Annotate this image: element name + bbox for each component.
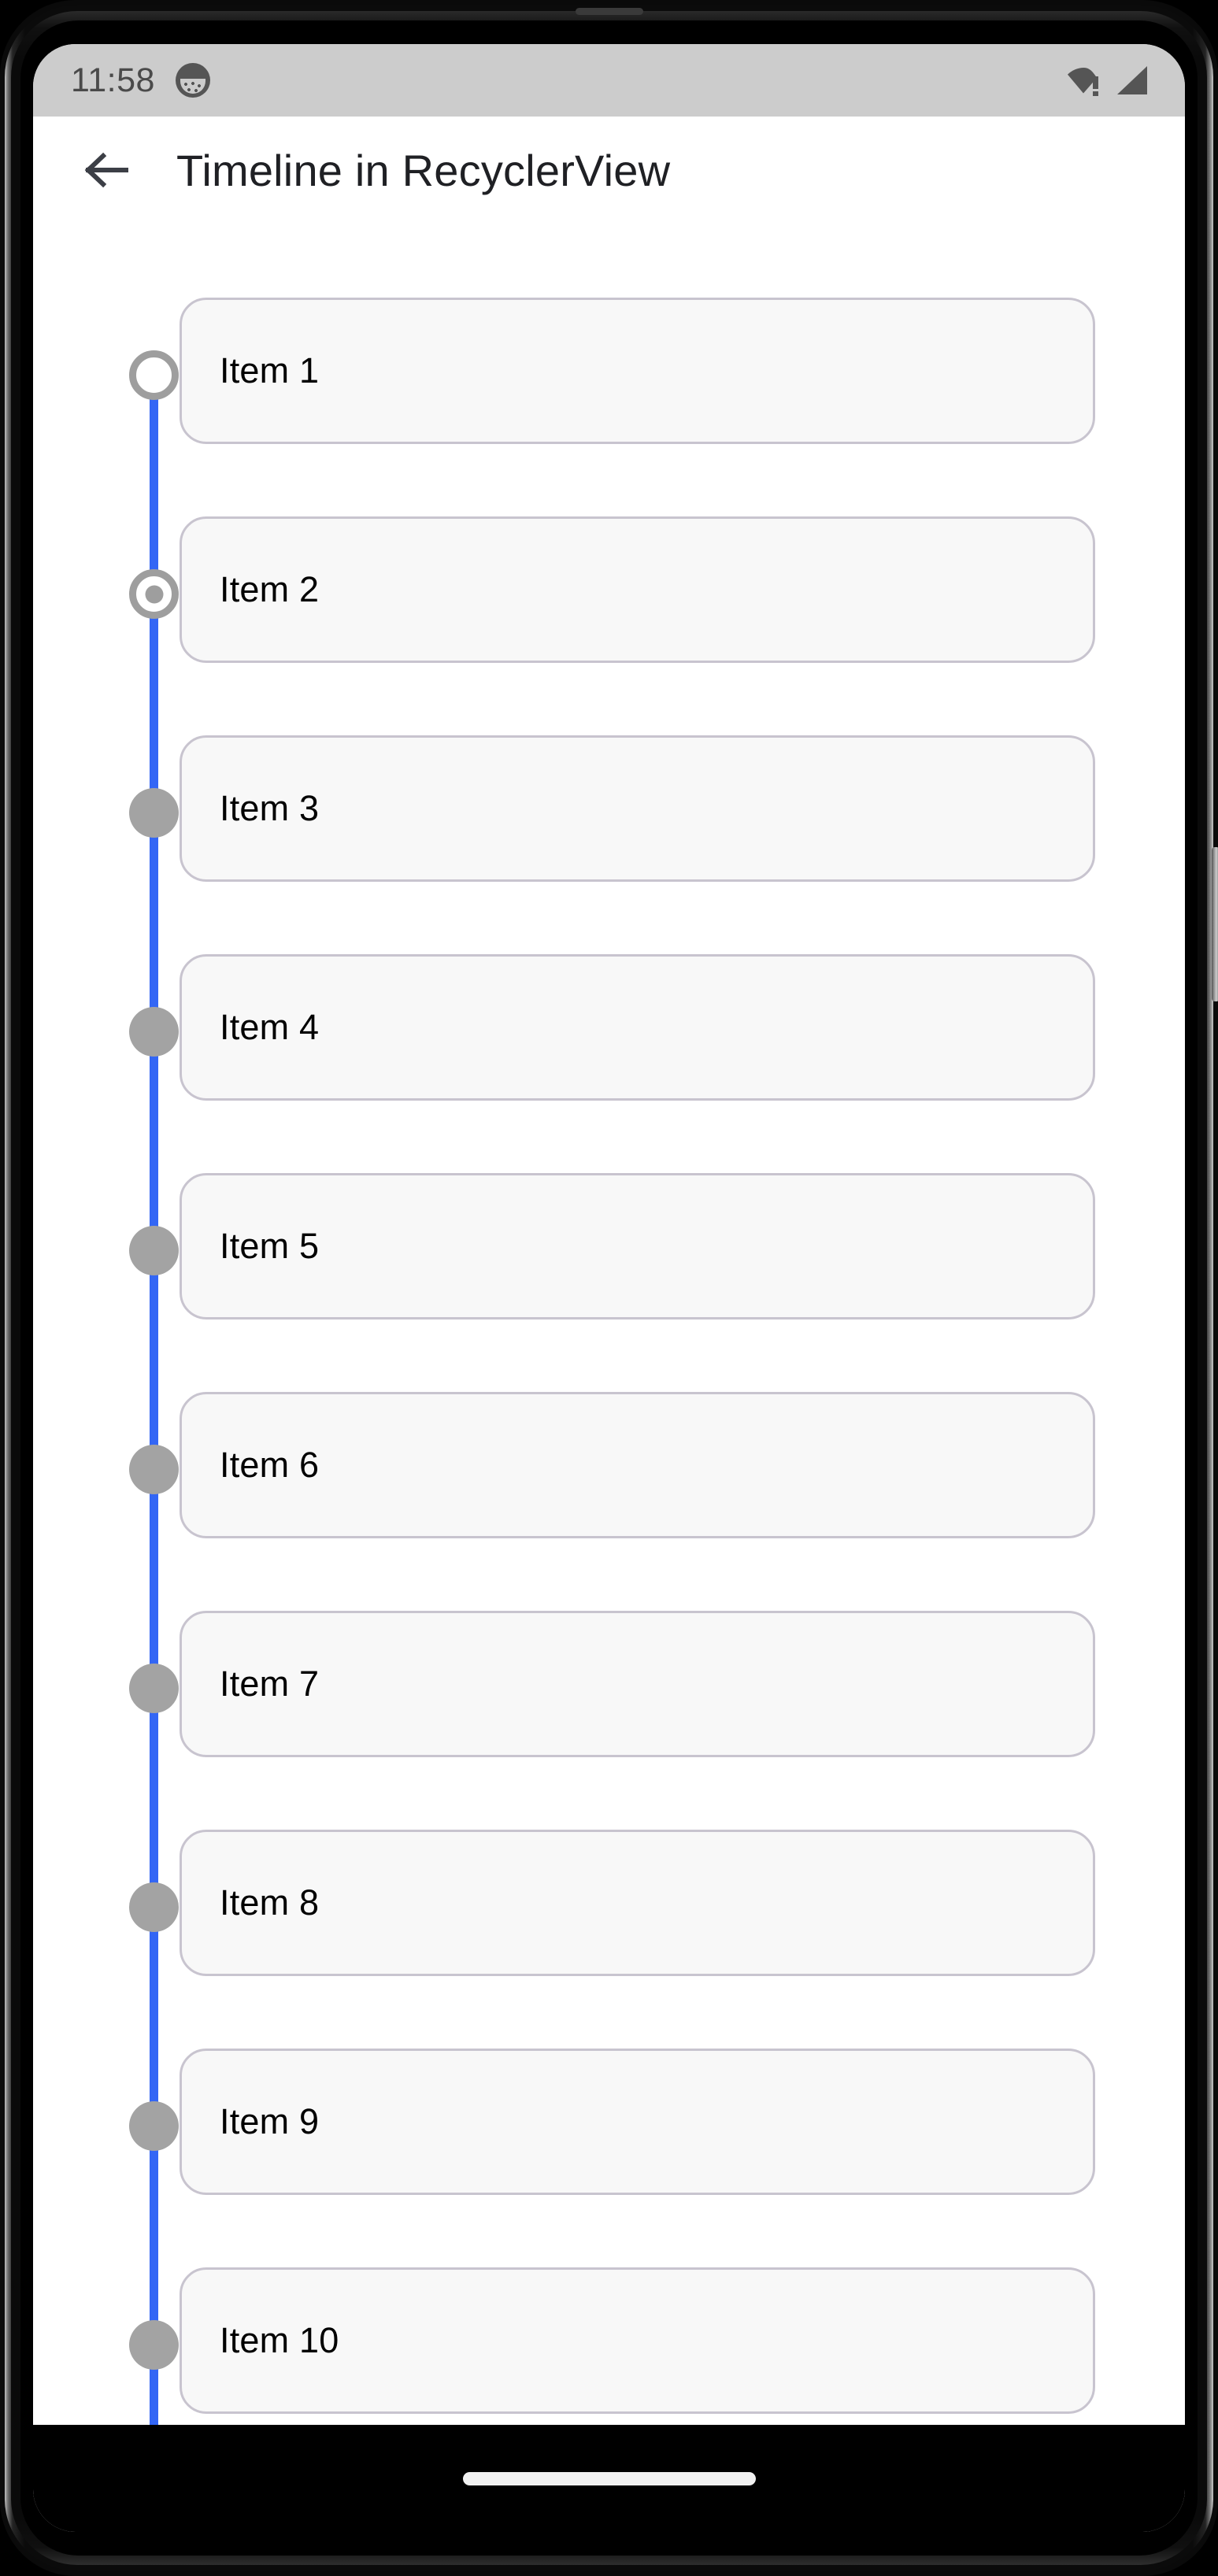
timeline-row[interactable]: Item 6 xyxy=(33,1356,1185,1575)
status-bar: 11:58 xyxy=(33,44,1185,117)
status-bar-left: 11:58 xyxy=(71,61,210,100)
timeline-marker-solid[interactable] xyxy=(129,1226,179,1275)
timeline-row[interactable]: Item 2 xyxy=(33,480,1185,699)
timeline-marker-column xyxy=(33,2231,180,2450)
timeline-marker-column xyxy=(33,2012,180,2231)
system-navigation-bar xyxy=(33,2425,1185,2532)
timeline-item-label: Item 2 xyxy=(220,569,320,609)
timeline-marker-inner-dot xyxy=(145,585,163,603)
phone-device-frame: 11:58 Timeline in RecyclerView Item 1 It… xyxy=(0,0,1218,2576)
timeline-marker-solid[interactable] xyxy=(129,2101,179,2151)
timeline-item-label: Item 7 xyxy=(220,1664,320,1704)
timeline-item-card[interactable]: Item 1 xyxy=(180,298,1095,444)
wifi-alert-icon xyxy=(1068,68,1098,96)
timeline-row[interactable]: Item 4 xyxy=(33,918,1185,1137)
timeline-marker-solid[interactable] xyxy=(129,788,179,838)
power-button[interactable] xyxy=(1212,847,1218,1001)
timeline-item-label: Item 1 xyxy=(220,350,320,390)
timeline-marker-column xyxy=(33,261,180,480)
timeline-marker-column xyxy=(33,1575,180,1793)
timeline-marker-column xyxy=(33,1356,180,1575)
phone-screen: 11:58 Timeline in RecyclerView Item 1 It… xyxy=(33,44,1185,2532)
timeline-row[interactable]: Item 1 xyxy=(33,261,1185,480)
timeline-marker-column xyxy=(33,480,180,699)
timeline-marker-solid[interactable] xyxy=(129,1007,179,1057)
timeline-marker-ring[interactable] xyxy=(129,569,179,619)
timeline-row[interactable]: Item 9 xyxy=(33,2012,1185,2231)
timeline-row[interactable]: Item 3 xyxy=(33,699,1185,918)
timeline-marker-column xyxy=(33,699,180,918)
timeline-item-label: Item 3 xyxy=(220,788,320,828)
back-arrow-icon[interactable] xyxy=(80,145,131,195)
timeline-item-card[interactable]: Item 10 xyxy=(180,2267,1095,2414)
timeline-item-card[interactable]: Item 2 xyxy=(180,516,1095,663)
timeline-item-label: Item 6 xyxy=(220,1445,320,1485)
timeline-item-card[interactable]: Item 4 xyxy=(180,954,1095,1101)
status-clock: 11:58 xyxy=(71,61,155,99)
app-bar: Timeline in RecyclerView xyxy=(33,117,1185,224)
timeline-list[interactable]: Item 1 Item 2 Item 3 Item 4 Item 5 Item 6 Item… xyxy=(33,224,1185,2450)
timeline-marker-column xyxy=(33,1793,180,2012)
timeline-marker-column xyxy=(33,1137,180,1356)
timeline-marker-hollow[interactable] xyxy=(129,350,179,400)
timeline-row[interactable]: Item 7 xyxy=(33,1575,1185,1793)
timeline-item-card[interactable]: Item 9 xyxy=(180,2049,1095,2195)
timeline-marker-solid[interactable] xyxy=(129,1664,179,1713)
timeline-row[interactable]: Item 8 xyxy=(33,1793,1185,2012)
timeline-marker-solid[interactable] xyxy=(129,2320,179,2370)
page-title: Timeline in RecyclerView xyxy=(176,145,671,195)
timeline-item-label: Item 5 xyxy=(220,1226,320,1266)
timeline-item-label: Item 4 xyxy=(220,1007,320,1047)
earpiece-speaker xyxy=(575,8,643,15)
app-notification-icon xyxy=(175,63,210,98)
timeline-item-card[interactable]: Item 7 xyxy=(180,1611,1095,1757)
home-indicator[interactable] xyxy=(462,2471,756,2485)
timeline-item-label: Item 9 xyxy=(220,2101,320,2141)
timeline-item-card[interactable]: Item 5 xyxy=(180,1173,1095,1319)
cellular-signal-icon xyxy=(1117,66,1147,94)
timeline-row[interactable]: Item 5 xyxy=(33,1137,1185,1356)
timeline-marker-column xyxy=(33,918,180,1137)
timeline-item-label: Item 10 xyxy=(220,2320,339,2360)
timeline-item-card[interactable]: Item 8 xyxy=(180,1830,1095,1976)
timeline-item-card[interactable]: Item 3 xyxy=(180,735,1095,882)
timeline-marker-solid[interactable] xyxy=(129,1882,179,1932)
status-bar-right xyxy=(1067,65,1149,96)
timeline-item-label: Item 8 xyxy=(220,1882,320,1923)
timeline-marker-solid[interactable] xyxy=(129,1445,179,1494)
timeline-row[interactable]: Item 10 xyxy=(33,2231,1185,2450)
timeline-item-card[interactable]: Item 6 xyxy=(180,1392,1095,1538)
